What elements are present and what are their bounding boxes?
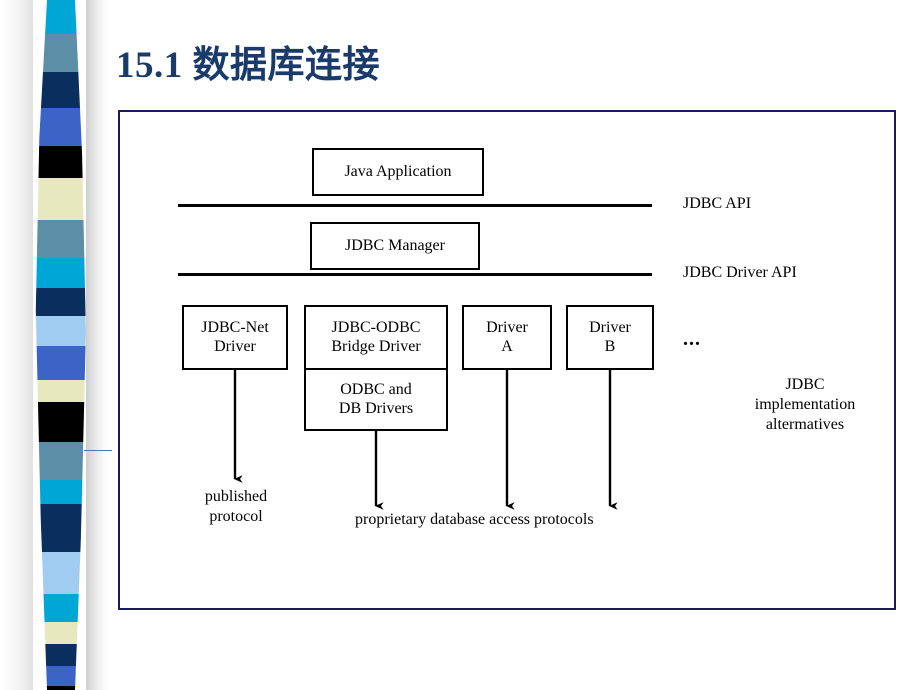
decorative-sidebar-ribbon [0, 0, 112, 690]
ribbon-color-bands [33, 0, 89, 690]
ribbon-band-9 [33, 316, 89, 346]
ribbon-band-21 [33, 686, 89, 690]
ribbon-band-16 [33, 552, 89, 594]
ribbon-band-5 [33, 178, 89, 220]
ribbon-band-10 [33, 346, 89, 380]
ribbon-right-shadow [86, 0, 108, 690]
content-frame: Java Application JDBC API JDBC Manager J… [118, 110, 896, 610]
label-published-protocol-line-1: published [204, 488, 268, 505]
ribbon-band-15 [33, 504, 89, 552]
ribbon-band-12 [33, 402, 89, 442]
ribbon-band-20 [33, 666, 89, 686]
slide-canvas: 15.1 数据库连接 Java Application JDBC API JDB… [0, 0, 920, 690]
ribbon-band-19 [33, 644, 89, 666]
label-published-protocol-line-2: protocol [209, 508, 263, 525]
diagram-arrows [233, 370, 618, 510]
ribbon-band-11 [33, 380, 89, 402]
ribbon-band-2 [33, 72, 89, 108]
page-title: 15.1 数据库连接 [116, 45, 380, 86]
ribbon-band-4 [33, 146, 89, 178]
label-proprietary-protocols: proprietary database access protocols [355, 511, 594, 528]
label-published-protocol: published protocol [178, 487, 294, 527]
ribbon-band-7 [33, 258, 89, 288]
ribbon-band-13 [33, 442, 89, 480]
ribbon-band-0 [33, 0, 89, 34]
ribbon-band-8 [33, 288, 89, 316]
ribbon-accent-rule [84, 450, 112, 451]
ribbon-band-3 [33, 108, 89, 146]
ribbon-band-17 [33, 594, 89, 622]
ribbon-band-14 [33, 480, 89, 504]
ribbon-band-6 [33, 220, 89, 258]
ribbon-band-1 [33, 34, 89, 72]
ribbon-band-18 [33, 622, 89, 644]
